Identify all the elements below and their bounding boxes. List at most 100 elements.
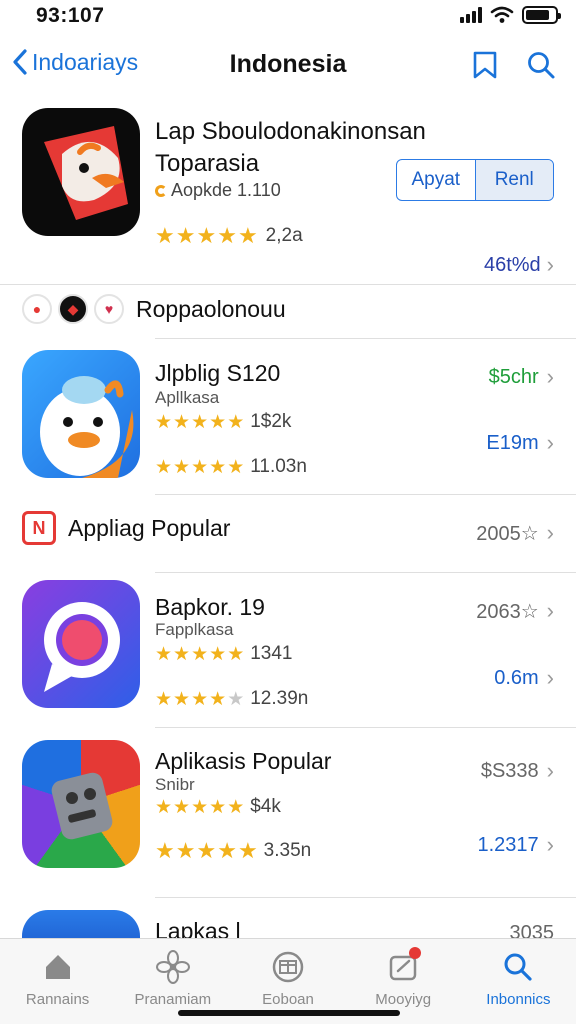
app-rating-secondary: ★ ★ ★ ★ ★ 12.39n — [155, 688, 308, 710]
star-rating: ★ ★ ★ ★ ★ — [155, 690, 244, 709]
tab-bar: Rannains Pranamiam Eoboan Mooyiyg Inbonn… — [0, 938, 576, 1024]
star-icon: ★ — [175, 223, 196, 248]
chevron-right-icon: › — [546, 430, 554, 455]
star-icon: ★ — [237, 838, 258, 863]
app-price-link[interactable]: $S338 › — [481, 758, 554, 784]
star-icon: ★ — [237, 223, 258, 248]
app-price: $S338 — [480, 759, 539, 782]
star-icon: ★ — [155, 688, 173, 710]
popular-badge-icon: N — [22, 511, 56, 545]
app-category: Snibr — [155, 775, 195, 794]
star-icon: ★ — [191, 643, 209, 665]
status-bar: 93:107 — [0, 0, 576, 34]
search-icon — [500, 949, 536, 985]
app-price-link[interactable]: $5chr › — [489, 364, 554, 390]
star-icon: ★ — [209, 456, 227, 478]
rent-button[interactable]: Renl — [474, 160, 553, 200]
status-icons — [460, 6, 561, 24]
action-segmented-control: Apyat Renl — [396, 159, 554, 201]
star-rating: ★ ★ ★ ★ ★ — [155, 645, 244, 664]
section-count: 2005☆ — [476, 522, 539, 545]
rating-count: 1341 — [250, 643, 293, 664]
search-icon[interactable] — [524, 48, 558, 82]
signal-icon — [460, 7, 482, 23]
star-icon: ★ — [209, 643, 227, 665]
chevron-right-icon: › — [546, 665, 554, 690]
heart-badge-icon: ♥ — [94, 294, 124, 324]
star-icon: ★ — [191, 796, 209, 818]
app-name[interactable]: Aplikasis Popular — [155, 748, 331, 775]
tab-inbonnics[interactable]: Inbonnics — [461, 939, 576, 1024]
star-icon: ★ — [155, 223, 175, 248]
divider — [155, 572, 576, 573]
app-name[interactable]: Jlpblig S120 — [155, 360, 280, 387]
bookmark-icon[interactable] — [468, 48, 502, 82]
star-rating: ★ ★ ★ ★ ★ — [155, 413, 244, 432]
star-icon: ★ — [155, 838, 175, 863]
calendar-icon — [270, 949, 306, 985]
battery-icon — [522, 6, 561, 24]
divider — [155, 494, 576, 495]
badge-dot — [409, 947, 422, 959]
app-rating-secondary: ★ ★ ★ ★ ★ 11.03n — [155, 456, 307, 478]
star-icon: ★ — [173, 796, 191, 818]
tab-label: Inbonnics — [486, 991, 551, 1008]
rating-count: 11.03n — [250, 456, 307, 477]
star-icon: ★ — [196, 838, 217, 863]
chevron-right-icon: › — [546, 252, 554, 277]
app-size: 0.6m — [494, 666, 539, 689]
star-icon: ★ — [175, 838, 196, 863]
featured-rating: ★ ★ ★ ★ ★ 2,2a — [155, 225, 303, 247]
featured-app-title[interactable]: Lap Sboulodonakinonsan Toparasia — [155, 116, 426, 180]
star-rating: ★ ★ ★ ★ ★ — [155, 798, 244, 817]
app-icon-aplikasis[interactable] — [22, 740, 140, 868]
featured-price-link[interactable]: 46t%d › — [484, 252, 554, 278]
section-title: Appliag Popular — [68, 514, 231, 541]
section-header: N Appliag Popular — [22, 511, 230, 545]
star-icon: ★ — [196, 223, 217, 248]
apply-button[interactable]: Apyat — [397, 160, 475, 200]
star-icon: ★ — [209, 688, 227, 710]
star-icon: ★ — [155, 456, 173, 478]
app-name[interactable]: Bapkor. 19 — [155, 594, 265, 621]
app-icon-bapkor[interactable] — [22, 580, 140, 708]
app-rating-secondary: ★ ★ ★ ★ ★ 3.35n — [155, 840, 311, 862]
tab-label: Pranamiam — [134, 991, 212, 1008]
tab-label: Mooyiyg — [375, 991, 432, 1008]
featured-title-line2: Toparasia — [155, 150, 260, 177]
star-icon: ★ — [155, 796, 173, 818]
flower-icon — [155, 949, 191, 985]
app-rating: ★ ★ ★ ★ ★ 1341 — [155, 643, 293, 665]
chevron-right-icon: › — [546, 758, 554, 783]
app-size-link[interactable]: E19m › — [486, 430, 554, 456]
rating-count: 12.39n — [250, 688, 309, 709]
category-icon — [155, 184, 167, 197]
star-rating: ★ ★ ★ ★ ★ — [155, 458, 244, 477]
section-more-link[interactable]: 2005☆ › — [476, 520, 554, 546]
divider — [155, 338, 576, 339]
divider — [0, 284, 576, 285]
featured-app-icon[interactable] — [22, 108, 140, 236]
star-icon: ★ — [155, 643, 173, 665]
notification-icon — [385, 947, 422, 985]
app-price-link[interactable]: 2063☆ › — [476, 598, 554, 624]
chevron-right-icon: › — [546, 364, 554, 389]
app-price: 2063☆ — [476, 600, 539, 623]
app-price: $5chr — [488, 365, 539, 388]
app-icon-jlpblig[interactable] — [22, 350, 140, 478]
section-header: ● ◆ ♥ Roppaolonouu — [22, 294, 286, 324]
wifi-icon — [490, 6, 514, 23]
featured-subtitle-text: Aopkde 1.110 — [171, 180, 281, 200]
home-indicator — [178, 1010, 400, 1016]
section-title: Roppaolonouu — [136, 295, 286, 322]
chevron-right-icon: › — [546, 520, 554, 545]
rating-count: $4k — [250, 796, 281, 817]
rating-count: 1$2k — [250, 411, 292, 432]
tab-rannains[interactable]: Rannains — [0, 939, 115, 1024]
status-time: 93:107 — [36, 4, 105, 27]
star-icon: ★ — [227, 411, 245, 433]
app-size-link[interactable]: 1.2317 › — [478, 832, 555, 858]
chevron-right-icon: › — [546, 832, 554, 857]
app-size-link[interactable]: 0.6m › — [494, 665, 554, 691]
dark-badge-icon: ◆ — [58, 294, 88, 324]
